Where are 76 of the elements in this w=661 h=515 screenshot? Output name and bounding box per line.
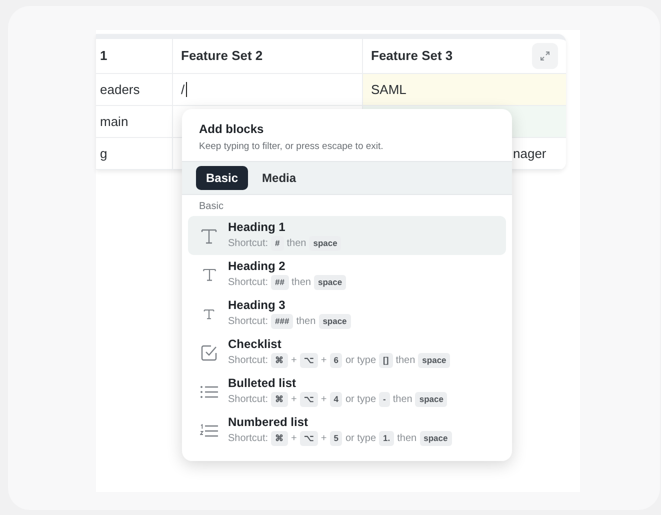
shortcut-text: then [286, 237, 306, 252]
key-chip: ⌥ [300, 392, 318, 408]
key-chip: ### [271, 314, 294, 330]
shortcut-text: Shortcut: [228, 237, 268, 252]
item-title: Heading 1 [228, 220, 286, 234]
shortcut-text: + [320, 354, 327, 368]
shortcut-text: then [296, 315, 316, 330]
tab[interactable]: Media [252, 166, 306, 190]
shortcut-text: or type [345, 354, 376, 368]
key-chip: - [379, 392, 390, 408]
table-cell-text: main [100, 112, 128, 131]
key-chip: ⌘ [271, 353, 288, 368]
key-chip: [] [379, 353, 393, 368]
menu-item[interactable]: Numbered list Shortcut: ⌘ + ⌥ + 5 or type 1. then space [188, 411, 506, 450]
key-chip: ⌥ [300, 431, 318, 446]
menu-item[interactable]: Heading 3 Shortcut: ### then space [188, 294, 506, 334]
table-cell-text: g [100, 144, 108, 163]
key-chip: 5 [330, 431, 342, 446]
key-chip: ⌘ [271, 392, 288, 408]
column-header: 1 [100, 47, 108, 66]
text-t-icon [200, 226, 218, 245]
shortcut-text: + [320, 432, 327, 446]
shortcut-text: Shortcut: [228, 276, 268, 290]
text-t-icon [202, 267, 216, 282]
table-cell-text: eaders [100, 80, 140, 99]
key-chip: ## [271, 275, 288, 290]
shortcut-text: + [291, 393, 297, 408]
shortcut-text: then [292, 276, 311, 290]
menu-item[interactable]: Heading 1 Shortcut: # then space [188, 216, 506, 256]
shortcut-text: Shortcut: [228, 432, 268, 446]
table-cell-text: nager [513, 144, 546, 163]
key-chip: # [271, 236, 284, 252]
shortcut-text: or type [345, 393, 376, 408]
key-chip: space [309, 236, 342, 252]
column-header: Feature Set 3 [371, 47, 453, 66]
key-chip: 6 [330, 353, 342, 368]
key-chip: space [418, 353, 450, 368]
text-t-icon [203, 308, 215, 320]
menu-item[interactable]: Bulleted list Shortcut: ⌘ + ⌥ + 4 or type - then space [188, 372, 506, 412]
shortcut-text: or type [345, 432, 376, 446]
menu-item[interactable]: Heading 2 Shortcut: ## then space [188, 255, 506, 294]
item-title: Numbered list [228, 415, 310, 430]
key-chip: space [314, 275, 346, 290]
shortcut-text: Shortcut: [228, 315, 268, 330]
key-chip: ⌘ [271, 431, 288, 446]
tab[interactable]: Basic [196, 166, 248, 190]
shortcut-text: then [392, 393, 412, 408]
table-cell-text: / [181, 80, 185, 99]
section-label: Basic [199, 200, 224, 214]
shortcut-text: then [397, 432, 417, 446]
shortcut-text: + [291, 354, 297, 368]
checkbox-icon [200, 344, 218, 362]
menu-item[interactable]: Checklist Shortcut: ⌘ + ⌥ + 6 or type [] then space [188, 333, 506, 372]
key-chip: space [415, 392, 448, 408]
item-title: Heading 3 [228, 298, 286, 312]
key-chip: ⌥ [300, 353, 318, 368]
shortcut-text: Shortcut: [228, 354, 268, 368]
key-chip: space [420, 431, 452, 446]
shortcut-text: + [320, 393, 327, 408]
expand-icon [540, 51, 550, 61]
shortcut-text: Shortcut: [228, 393, 268, 408]
shortcut-text: then [396, 354, 416, 368]
key-chip: space [318, 314, 351, 330]
key-chip: 1. [379, 431, 394, 446]
bulleted-list-icon [200, 384, 218, 399]
item-title: Bulleted list [228, 376, 298, 390]
expand-button[interactable] [532, 43, 558, 69]
numbered-list-icon [200, 424, 218, 438]
shortcut-text: + [291, 432, 297, 446]
item-title: Checklist [228, 337, 282, 352]
table-cell-text: SAML [371, 80, 406, 99]
column-header: Feature Set 2 [181, 47, 263, 66]
key-chip: 4 [330, 392, 342, 408]
item-title: Heading 2 [228, 259, 286, 274]
menu-hint: Keep typing to filter, or press escape to exit. [199, 140, 384, 154]
menu-title: Add blocks [199, 121, 265, 138]
